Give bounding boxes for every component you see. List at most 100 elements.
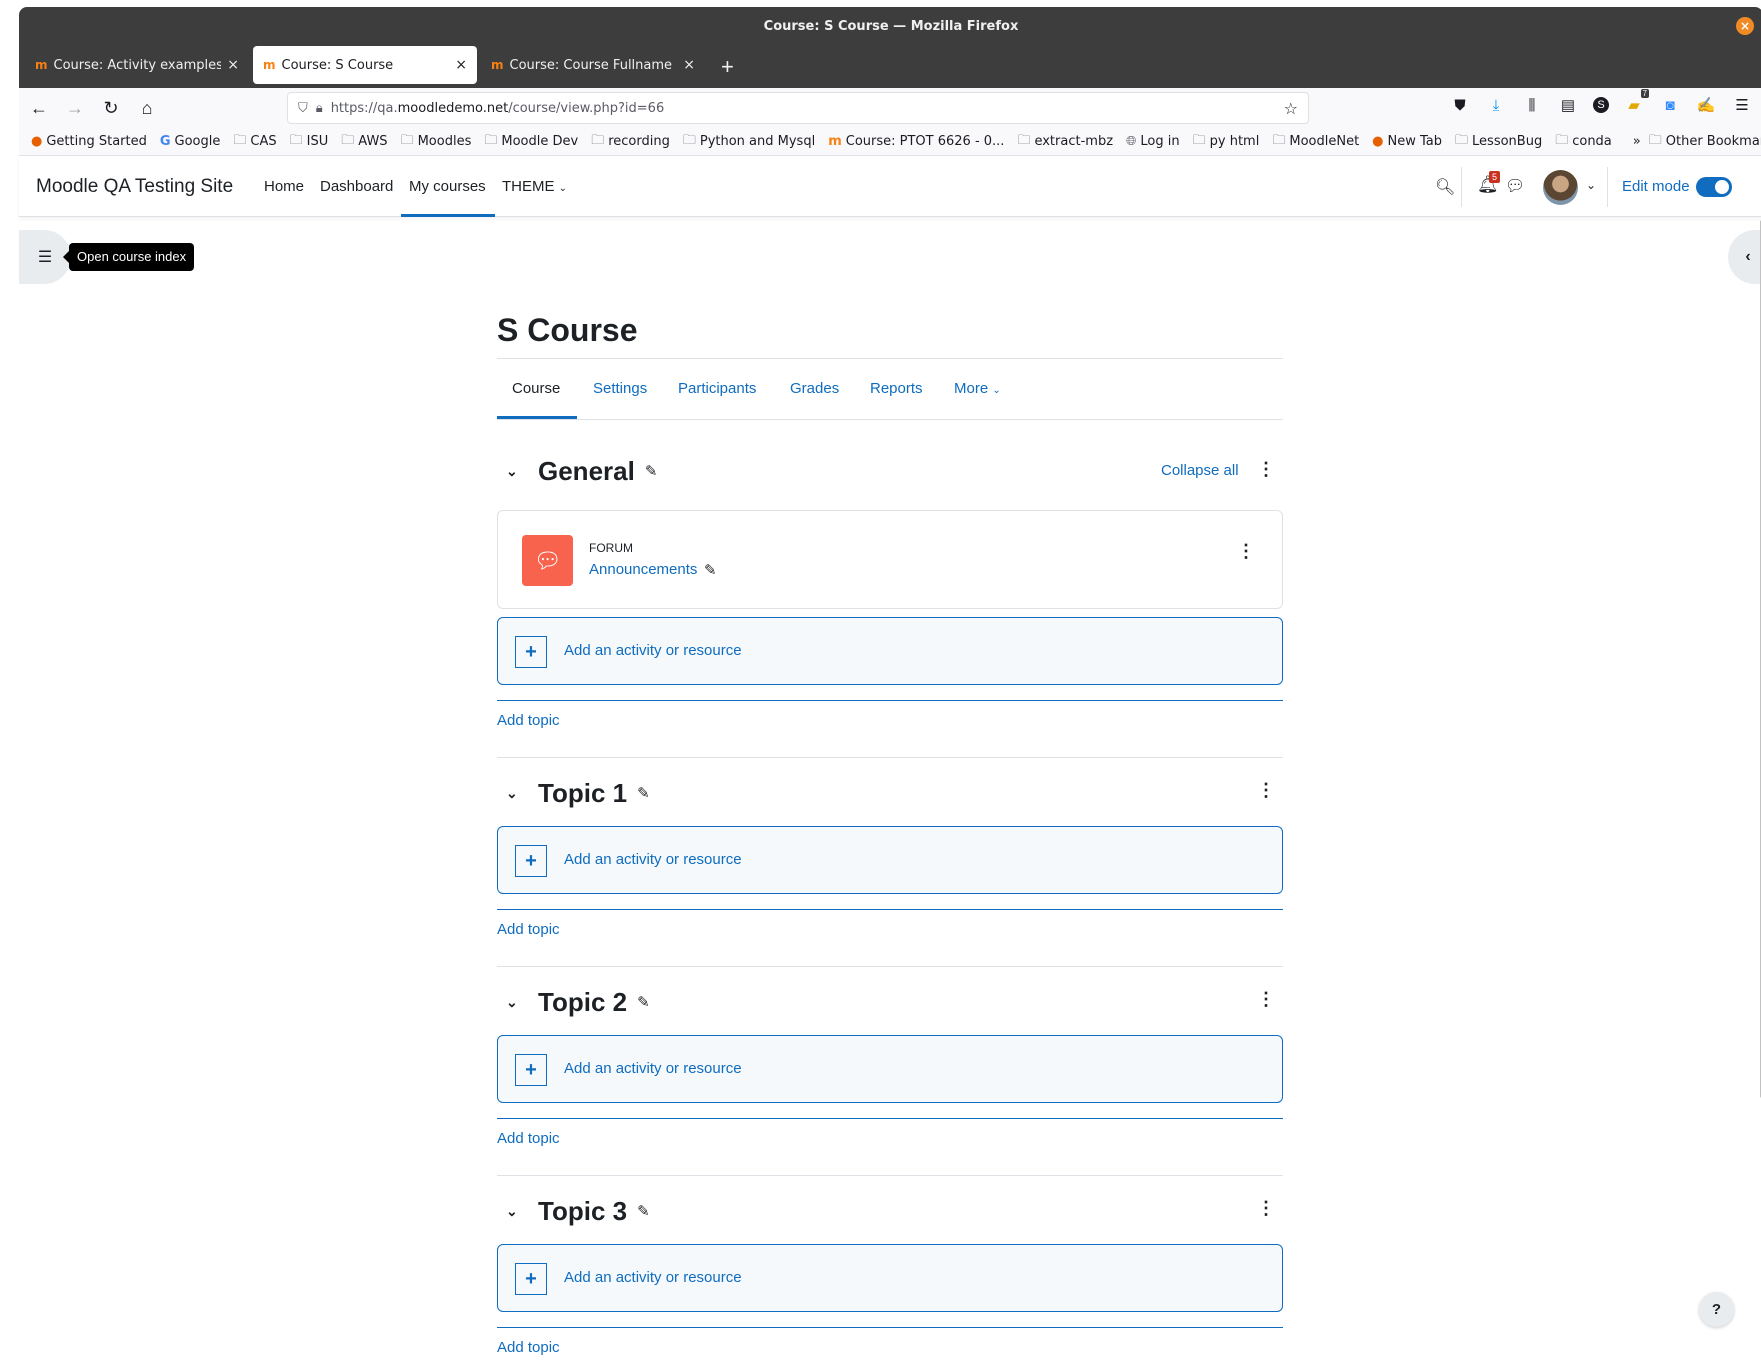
help-button[interactable]: ? (1699, 1292, 1734, 1327)
bookmark-folder[interactable]: 🗀 Moodles (401, 131, 472, 153)
extension-folder-icon[interactable]: ▰ 7 (1623, 89, 1649, 116)
menu-icon[interactable]: ☰ (1731, 94, 1753, 116)
bookmark-label: Moodle Dev (501, 134, 579, 149)
tab-course[interactable]: Course (512, 380, 560, 397)
forward-icon[interactable]: → (59, 92, 91, 124)
bookmark-label: py html (1209, 134, 1260, 149)
tab-s-course[interactable]: m Course: S Course × (253, 46, 477, 84)
sidebar-icon[interactable]: ▤ (1557, 94, 1579, 116)
lock-icon[interactable]: 🔒︎ (316, 101, 323, 116)
pencil-icon[interactable]: ✎ (704, 561, 717, 579)
section-title[interactable]: Topic 3 (538, 1196, 627, 1227)
tab-activity-examples[interactable]: m Course: Activity examples × (25, 46, 249, 84)
add-activity-button[interactable]: + Add an activity or resource (497, 617, 1283, 685)
divider (1607, 167, 1608, 207)
bookmark-folder[interactable]: 🗀 Moodle Dev (484, 131, 578, 153)
close-tab-icon[interactable]: × (683, 57, 695, 73)
section-menu-icon[interactable]: ⋮ (1257, 989, 1275, 1010)
block-drawer-toggle[interactable]: ‹ (1728, 230, 1761, 284)
tab-reports[interactable]: Reports (870, 380, 923, 397)
section-title[interactable]: Topic 1 (538, 778, 627, 809)
close-window-icon[interactable]: × (1736, 17, 1754, 35)
bookmark-folder[interactable]: 🗀 MoodleNet (1272, 131, 1359, 153)
site-name[interactable]: Moodle QA Testing Site (36, 176, 233, 198)
add-topic-link[interactable]: Add topic (497, 1130, 560, 1147)
activity-link[interactable]: Announcements (589, 561, 697, 578)
moodle-favicon-icon: m (263, 58, 276, 72)
bookmark-folder[interactable]: 🗀 AWS (341, 131, 387, 153)
add-activity-button[interactable]: + Add an activity or resource (497, 826, 1283, 894)
add-activity-button[interactable]: + Add an activity or resource (497, 1035, 1283, 1103)
moodle-icon: m (828, 134, 842, 149)
chevron-down-icon[interactable]: ⌄ (506, 463, 528, 480)
bookmark-folder[interactable]: 🗀 extract-mbz (1017, 131, 1113, 153)
tab-settings[interactable]: Settings (593, 380, 647, 397)
messages-icon[interactable]: 💬︎ (1505, 176, 1525, 196)
close-tab-icon[interactable]: × (455, 57, 467, 73)
tracking-shield-icon[interactable]: ⛉ (298, 101, 308, 116)
extension-pen-icon[interactable]: ✍ (1695, 94, 1717, 116)
nav-dashboard[interactable]: Dashboard (320, 178, 393, 195)
back-icon[interactable]: ← (23, 92, 55, 124)
chevron-down-icon[interactable]: ⌄ (506, 785, 528, 802)
divider (497, 966, 1283, 967)
pencil-icon[interactable]: ✎ (645, 462, 658, 480)
bookmark-item[interactable]: ● New Tab (1372, 134, 1442, 149)
bookmark-item[interactable]: 🌐︎ Log in (1126, 134, 1180, 149)
section-title[interactable]: General (538, 456, 635, 487)
home-icon[interactable]: ⌂ (131, 92, 163, 124)
nav-my-courses[interactable]: My courses (409, 178, 486, 195)
tab-label: Course: Activity examples (53, 57, 222, 73)
bookmark-item[interactable]: ● Getting Started (31, 134, 147, 149)
bookmark-folder[interactable]: 🗀 CAS (233, 131, 276, 153)
bookmark-folder[interactable]: 🗀 py html (1193, 131, 1260, 153)
bookmark-folder[interactable]: 🗀 conda (1555, 131, 1612, 153)
other-bookmarks-folder[interactable]: 🗀Other Bookmarks (1649, 131, 1761, 153)
bookmark-item[interactable]: G Google (160, 134, 221, 149)
tab-participants[interactable]: Participants (678, 380, 756, 397)
bookmark-item[interactable]: m Course: PTOT 6626 - 0... (828, 134, 1004, 149)
pencil-icon[interactable]: ✎ (637, 1202, 650, 1220)
chevron-down-icon[interactable]: ⌄ (1586, 178, 1596, 192)
chevron-down-icon[interactable]: ⌄ (506, 994, 528, 1011)
browser-window: Course: S Course — Mozilla Firefox × m C… (0, 0, 1761, 1366)
tab-grades[interactable]: Grades (790, 380, 839, 397)
chevron-down-icon[interactable]: ⌄ (506, 1203, 528, 1220)
section-menu-icon[interactable]: ⋮ (1257, 780, 1275, 801)
section-title[interactable]: Topic 2 (538, 987, 627, 1018)
download-icon[interactable]: ⤓ (1485, 94, 1507, 116)
pocket-icon[interactable]: ⛊ (1449, 94, 1471, 116)
bookmark-star-icon[interactable]: ☆ (1284, 99, 1298, 118)
reload-icon[interactable]: ↻ (95, 92, 127, 124)
add-topic-link[interactable]: Add topic (497, 712, 560, 729)
section-menu-icon[interactable]: ⋮ (1257, 459, 1275, 480)
more-bookmarks-icon[interactable]: » (1633, 134, 1641, 149)
pencil-icon[interactable]: ✎ (637, 784, 650, 802)
new-tab-button[interactable]: + (709, 54, 746, 88)
zoom-extension-icon[interactable]: ◙ (1659, 94, 1681, 116)
bookmark-folder[interactable]: 🗀 LessonBug (1455, 131, 1542, 153)
edit-mode-toggle[interactable] (1696, 177, 1732, 197)
nav-theme[interactable]: THEME ⌄ (502, 178, 567, 195)
pencil-icon[interactable]: ✎ (637, 993, 650, 1011)
tab-strip: m Course: Activity examples × m Course: … (19, 45, 1761, 88)
url-bar[interactable]: ⛉ 🔒︎ https://qa. moodledemo.net/course/vi… (287, 92, 1309, 124)
search-icon[interactable]: 🔍︎ (1435, 177, 1455, 197)
bookmark-folder[interactable]: 🗀 recording (591, 131, 670, 153)
bookmark-folder[interactable]: 🗀 ISU (290, 131, 329, 153)
activity-menu-icon[interactable]: ⋮ (1237, 541, 1255, 562)
section-menu-icon[interactable]: ⋮ (1257, 1198, 1275, 1219)
nav-home[interactable]: Home (264, 178, 304, 195)
user-avatar[interactable] (1543, 170, 1578, 205)
add-topic-link[interactable]: Add topic (497, 1339, 560, 1356)
add-topic-link[interactable]: Add topic (497, 921, 560, 938)
close-tab-icon[interactable]: × (227, 57, 239, 73)
bookmark-folder[interactable]: 🗀 Python and Mysql (683, 131, 815, 153)
collapse-all-link[interactable]: Collapse all (1161, 462, 1239, 479)
library-icon[interactable]: ⫼ (1521, 94, 1543, 116)
add-activity-button[interactable]: + Add an activity or resource (497, 1244, 1283, 1312)
tab-course-fullname[interactable]: m Course: Course Fullname 101 × (481, 46, 705, 84)
chevron-down-icon: ⌄ (992, 385, 1001, 396)
tab-more[interactable]: More ⌄ (954, 380, 1001, 397)
extension-s-icon[interactable]: S (1593, 97, 1609, 113)
